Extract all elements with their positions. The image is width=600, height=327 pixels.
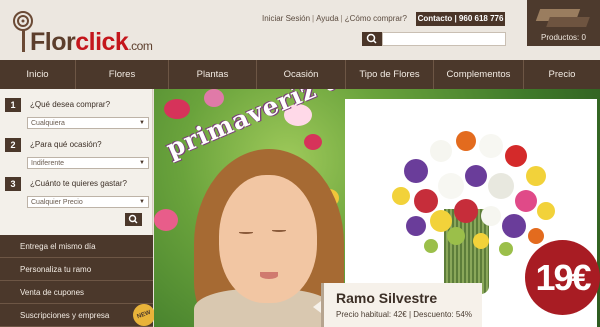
login-link[interactable]: Iniciar Sesión bbox=[262, 14, 310, 23]
price-badge: 19€ bbox=[525, 240, 600, 315]
side-link-coupons[interactable]: Venta de cupones bbox=[0, 281, 153, 304]
dropdown-arrow-icon: ▼ bbox=[139, 160, 145, 166]
cart-count: Productos: 0 bbox=[541, 33, 586, 42]
name-plate-pointer bbox=[313, 301, 321, 313]
promo-banner[interactable]: primaveríz ate Ramo Silvestre Precio hab… bbox=[154, 89, 600, 327]
question-label: ¿Cuánto te quieres gastar? bbox=[30, 179, 127, 188]
search-icon bbox=[366, 33, 377, 44]
dropdown-arrow-icon: ▼ bbox=[139, 199, 145, 205]
side-link-same-day[interactable]: Entrega el mismo día bbox=[0, 235, 153, 258]
flower-decoration bbox=[164, 99, 190, 119]
nav-precio[interactable]: Precio bbox=[524, 60, 600, 89]
nav-plantas[interactable]: Plantas bbox=[169, 60, 257, 89]
dropdown-arrow-icon: ▼ bbox=[139, 120, 145, 126]
logo-text: Florclick.com bbox=[30, 28, 153, 56]
search-icon bbox=[128, 214, 138, 224]
main-nav: Inicio Flores Plantas Ocasión Tipo de Fl… bbox=[0, 60, 600, 89]
help-link[interactable]: Ayuda bbox=[316, 14, 339, 23]
nav-flores[interactable]: Flores bbox=[76, 60, 169, 89]
question-label: ¿Qué desea comprar? bbox=[30, 100, 111, 109]
product-type-select[interactable]: Cualquiera ▼ bbox=[27, 117, 149, 129]
girl-mouth bbox=[260, 272, 278, 279]
girl-eye bbox=[272, 229, 286, 232]
product-name: Ramo Silvestre bbox=[336, 290, 438, 306]
occasion-select[interactable]: Indiferente ▼ bbox=[27, 157, 149, 169]
nav-inicio[interactable]: Inicio bbox=[0, 60, 76, 89]
search-input[interactable] bbox=[382, 32, 506, 46]
finder-search-button[interactable] bbox=[125, 213, 142, 226]
flower-decoration bbox=[304, 134, 322, 150]
price-select[interactable]: Cualquier Precio ▼ bbox=[27, 196, 149, 208]
flower-decoration bbox=[204, 89, 224, 107]
search-button[interactable] bbox=[362, 32, 382, 46]
contact-link[interactable]: Contacto | 960 618 776 bbox=[416, 12, 505, 26]
side-link-personalize[interactable]: Personaliza tu ramo bbox=[0, 258, 153, 281]
flower-decoration bbox=[154, 209, 178, 231]
nav-tipo-de-flores[interactable]: Tipo de Flores bbox=[346, 60, 434, 89]
how-to-buy-link[interactable]: ¿Cómo comprar? bbox=[345, 14, 407, 23]
product-price-info: Precio habitual: 42€ | Descuento: 54% bbox=[336, 310, 472, 319]
top-links: Iniciar Sesión | Ayuda | ¿Cómo comprar? bbox=[262, 14, 407, 23]
step-number: 2 bbox=[5, 138, 21, 152]
nav-complementos[interactable]: Complementos bbox=[434, 60, 524, 89]
cart-icon-lower bbox=[546, 17, 590, 27]
step-number: 1 bbox=[5, 98, 21, 112]
product-name-plate[interactable]: Ramo Silvestre Precio habitual: 42€ | De… bbox=[321, 283, 482, 327]
sidebar: 1 ¿Qué desea comprar? Cualquiera ▼ 2 ¿Par… bbox=[0, 89, 153, 327]
girl-eye bbox=[239, 231, 253, 234]
header: Florclick.com Iniciar Sesión | Ayuda | ¿Cómo… bbox=[0, 0, 600, 60]
question-label: ¿Para qué ocasión? bbox=[30, 140, 102, 149]
step-number: 3 bbox=[5, 177, 21, 191]
side-link-subscriptions[interactable]: Suscripciones y empresa bbox=[0, 304, 153, 327]
girl-face bbox=[219, 175, 317, 303]
logo-stem bbox=[22, 30, 25, 52]
florclick-logo[interactable]: Florclick.com bbox=[8, 8, 168, 56]
nav-ocasion[interactable]: Ocasión bbox=[257, 60, 346, 89]
